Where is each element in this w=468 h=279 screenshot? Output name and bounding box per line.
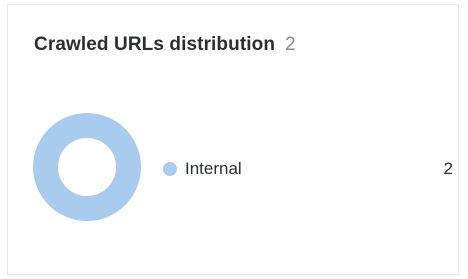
legend-dot-icon: [163, 162, 177, 176]
donut-slice-internal[interactable]: [33, 113, 141, 221]
legend-item-internal[interactable]: Internal 2: [163, 158, 453, 180]
legend-value: 2: [443, 159, 453, 178]
card-header: Crawled URLs distribution 2: [34, 34, 296, 56]
donut-chart[interactable]: [33, 113, 141, 221]
card-count: 2: [285, 34, 296, 55]
crawled-urls-distribution-card: Crawled URLs distribution 2 Internal 2: [7, 4, 459, 275]
legend-label: Internal: [185, 159, 242, 178]
card-title: Crawled URLs distribution: [34, 34, 276, 55]
